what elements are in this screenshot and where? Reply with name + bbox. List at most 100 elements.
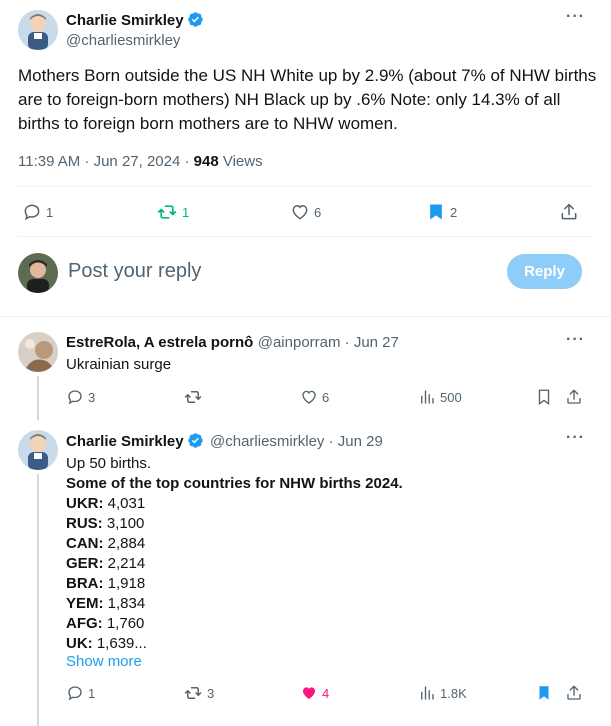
reply-handle-date[interactable]: @ainporram · Jun 27 [258, 334, 399, 351]
tweet-text: Mothers Born outside the US NH White up … [18, 66, 597, 133]
reply-author-name[interactable]: Charlie Smirkley [66, 433, 184, 450]
reply-header: EstreRola, A estrela pornô @ainporram · … [66, 334, 399, 352]
reply-count: 1 [46, 204, 54, 220]
tweet-time[interactable]: 11:39 AM · Jun 27, 2024 · [18, 153, 194, 170]
country-value: 1,918 [103, 575, 146, 592]
reply-button[interactable]: 1 [22, 202, 53, 222]
reply-icon [68, 686, 82, 701]
views-count: 1.8K [440, 685, 467, 701]
country-list: UKR: 4,031 RUS: 3,100 CAN: 2,884 GER: 2,214… [66, 494, 403, 654]
country-value: 1,834 [103, 595, 146, 612]
country-row: GER: 2,214 [66, 554, 403, 574]
country-code: RUS: [66, 515, 103, 532]
reply-heading: Some of the top countries for NHW births… [66, 475, 403, 492]
reply-author-avatar[interactable] [18, 332, 58, 372]
retweet-button[interactable]: 1 [156, 202, 189, 222]
country-value: 3,100 [102, 515, 145, 532]
reply-handle-date[interactable]: @charliesmirkley · Jun 29 [210, 433, 383, 450]
retweet-button[interactable]: 3 [183, 684, 214, 702]
reply-text: Ukrainian surge [66, 356, 172, 373]
views-label: Views [218, 153, 263, 170]
views-count: 948 [193, 153, 219, 170]
like-button[interactable]: 6 [300, 388, 329, 406]
author-name[interactable]: Charlie Smirkley [66, 12, 184, 29]
divider [18, 186, 593, 187]
reply-author-avatar[interactable] [18, 430, 58, 470]
reply-input[interactable]: Post your reply [68, 260, 201, 283]
country-value: 2,884 [103, 535, 146, 552]
views-count: 500 [440, 389, 462, 405]
country-value: 4,031 [103, 495, 146, 512]
analytics-icon [421, 390, 434, 404]
reply-author-name[interactable]: EstreRola, A estrela pornô [66, 334, 253, 351]
retweet-icon [184, 687, 202, 699]
bookmark-button[interactable] [535, 388, 553, 406]
like-button[interactable]: 6 [290, 202, 321, 222]
country-code: BRA: [66, 575, 104, 592]
share-icon [567, 685, 581, 700]
retweet-count: 3 [207, 685, 215, 701]
heart-icon [302, 390, 316, 404]
country-value: 1,639... [92, 635, 147, 652]
retweet-icon [157, 205, 177, 219]
bookmark-icon [538, 389, 550, 406]
country-value: 1,760 [102, 615, 145, 632]
country-code: GER: [66, 555, 104, 572]
share-button[interactable] [565, 388, 583, 406]
current-user-avatar[interactable] [18, 253, 58, 293]
more-options-icon[interactable]: ··· [566, 429, 585, 447]
heart-icon [292, 204, 308, 220]
bookmark-button[interactable] [535, 684, 553, 702]
author-avatar[interactable] [18, 10, 58, 50]
like-button[interactable]: 4 [300, 684, 329, 702]
retweet-button[interactable] [183, 388, 203, 406]
share-button[interactable] [565, 684, 583, 702]
more-options-icon[interactable]: ··· [566, 8, 585, 26]
retweet-icon [184, 391, 202, 403]
share-button[interactable] [559, 202, 579, 222]
divider [0, 316, 611, 317]
more-options-icon[interactable]: ··· [566, 331, 585, 349]
reply-count: 3 [88, 389, 96, 405]
reply-icon [24, 204, 40, 221]
bookmark-count: 2 [450, 204, 458, 220]
country-row: YEM: 1,834 [66, 594, 403, 614]
bookmark-filled-icon [539, 686, 549, 700]
country-code: YEM: [66, 595, 104, 612]
country-row: AFG: 1,760 [66, 614, 403, 634]
country-value: 2,214 [103, 555, 146, 572]
country-row: BRA: 1,918 [66, 574, 403, 594]
retweet-count: 1 [182, 204, 190, 220]
author-handle[interactable]: @charliesmirkley [66, 32, 180, 49]
reply-button[interactable]: 1 [66, 684, 95, 702]
share-icon [567, 389, 581, 404]
heart-filled-icon [303, 687, 315, 699]
analytics-icon [421, 686, 434, 700]
divider [18, 236, 593, 237]
thread-line [37, 376, 39, 420]
verified-badge-icon [187, 432, 204, 454]
share-icon [561, 203, 577, 220]
reply-text-line: Up 50 births. [66, 455, 152, 472]
thread-line [37, 474, 39, 726]
tweet-timestamp-row: 11:39 AM · Jun 27, 2024 · 948 Views [18, 153, 263, 170]
reply-submit-button[interactable]: Reply [507, 254, 582, 289]
bookmark-button[interactable]: 2 [426, 202, 457, 222]
country-row: UK: 1,639... [66, 634, 403, 654]
like-count: 6 [314, 204, 322, 220]
views-button[interactable]: 1.8K [418, 684, 467, 702]
bookmark-filled-icon [430, 204, 442, 220]
country-code: CAN: [66, 535, 104, 552]
country-code: UK: [66, 635, 93, 652]
country-row: CAN: 2,884 [66, 534, 403, 554]
country-code: AFG: [66, 615, 103, 632]
show-more-link[interactable]: Show more [66, 653, 142, 670]
reply-button[interactable]: 3 [66, 388, 95, 406]
views-button[interactable]: 500 [418, 388, 462, 406]
reply-count: 1 [88, 685, 96, 701]
country-row: RUS: 3,100 [66, 514, 403, 534]
like-count: 6 [322, 389, 330, 405]
like-count: 4 [322, 685, 330, 701]
country-row: UKR: 4,031 [66, 494, 403, 514]
reply-header: Charlie Smirkley @charliesmirkley · Jun … [66, 432, 383, 454]
